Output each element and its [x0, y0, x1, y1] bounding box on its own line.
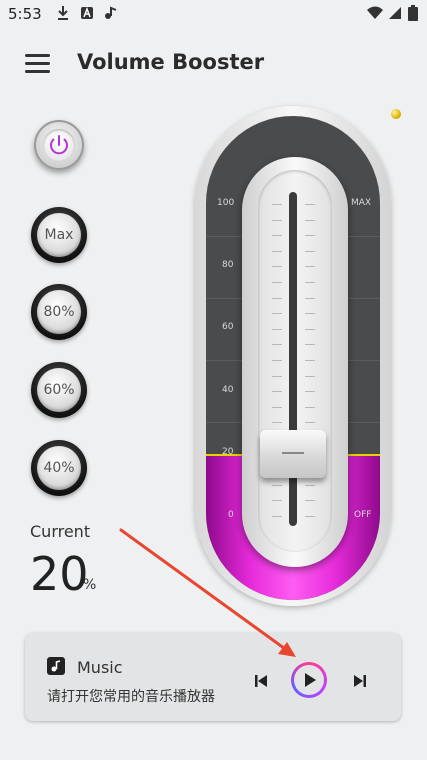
meter-label-off: OFF [354, 510, 372, 520]
music-player-card[interactable]: Music 请打开您常用的音乐播放器 [25, 633, 401, 721]
slider-tick-mark [272, 282, 282, 283]
meter-tick-60: 60 [222, 322, 234, 332]
slider-tick-mark [272, 219, 282, 221]
slider-tick-mark [305, 375, 315, 377]
status-indicator-light [391, 109, 401, 119]
meter-tick-20: 20 [222, 447, 234, 457]
slider-tick-mark [305, 344, 315, 346]
music-subtitle: 请打开您常用的音乐播放器 [47, 689, 215, 705]
download-icon [58, 6, 68, 20]
slider-tick-mark [272, 250, 282, 252]
page-title: Volume Booster [77, 50, 265, 74]
meter-tick-0: 0 [228, 510, 234, 520]
slider-tick-mark [272, 391, 282, 393]
boost-max-label: Max [37, 213, 81, 257]
app-toolbar: Volume Booster [0, 40, 427, 86]
status-bar: 5:53 [0, 0, 427, 30]
slider-tick-mark [305, 266, 315, 268]
slider-tick-mark [272, 500, 282, 502]
music-title: Music [77, 658, 123, 677]
play-icon [305, 673, 316, 687]
menu-icon[interactable] [25, 52, 51, 74]
slider-tick-mark [272, 360, 282, 361]
slider-tick-mark [272, 313, 282, 315]
slider-tick-mark [305, 250, 315, 252]
slider-tick-mark [272, 406, 282, 408]
slider-tick-mark [272, 484, 282, 486]
slider-tick-mark [272, 328, 282, 330]
slider-tick-mark [305, 219, 315, 221]
slider-tick-mark [272, 375, 282, 377]
current-label: Current [30, 522, 91, 541]
boost-80-button[interactable]: 80% [31, 284, 87, 340]
slider-tick-mark [305, 282, 315, 283]
slider-tick-mark [305, 484, 315, 486]
slider-tick-mark [305, 313, 315, 315]
slider-tick-mark [305, 204, 315, 205]
meter-tick-100: 100 [217, 198, 235, 208]
boost-40-button[interactable]: 40% [31, 440, 87, 496]
boost-80-label: 80% [37, 290, 81, 334]
text-app-icon [81, 6, 93, 19]
slider-tick-mark [305, 297, 315, 299]
power-icon [50, 135, 68, 155]
volume-slider-thumb[interactable] [260, 429, 326, 478]
music-note-icon [105, 6, 117, 19]
slider-tick-mark [272, 297, 282, 299]
boost-40-label: 40% [37, 446, 81, 490]
boost-60-label: 60% [37, 368, 81, 412]
wifi-icon [367, 6, 383, 19]
slider-tick-mark [272, 344, 282, 346]
signal-icon [389, 7, 401, 19]
boost-60-button[interactable]: 60% [31, 362, 87, 418]
previous-track-icon[interactable] [253, 673, 269, 689]
play-button[interactable] [291, 662, 327, 698]
power-button[interactable] [34, 120, 84, 170]
slider-tick-mark [305, 360, 315, 361]
boost-max-button[interactable]: Max [31, 207, 87, 263]
slider-tick-mark [305, 391, 315, 393]
slider-tick-mark [272, 266, 282, 268]
slider-tick-mark [305, 406, 315, 408]
meter-tick-40: 40 [222, 385, 234, 395]
music-app-icon [47, 657, 65, 675]
slider-tick-mark [305, 328, 315, 330]
slider-tick-mark [305, 500, 315, 502]
slider-tick-mark [272, 516, 282, 517]
slider-tick-mark [272, 204, 282, 205]
battery-icon [408, 5, 418, 21]
meter-tick-80: 80 [222, 260, 234, 270]
slider-tick-mark [272, 422, 282, 424]
next-track-icon[interactable] [352, 673, 368, 689]
slider-tick-mark [305, 235, 315, 237]
current-value: 20 [30, 547, 89, 601]
slider-tick-mark [272, 235, 282, 237]
slider-tick-mark [305, 516, 315, 517]
status-time: 5:53 [8, 5, 42, 23]
current-unit: % [83, 577, 97, 593]
meter-label-max: MAX [351, 198, 372, 208]
slider-tick-mark [305, 422, 315, 424]
